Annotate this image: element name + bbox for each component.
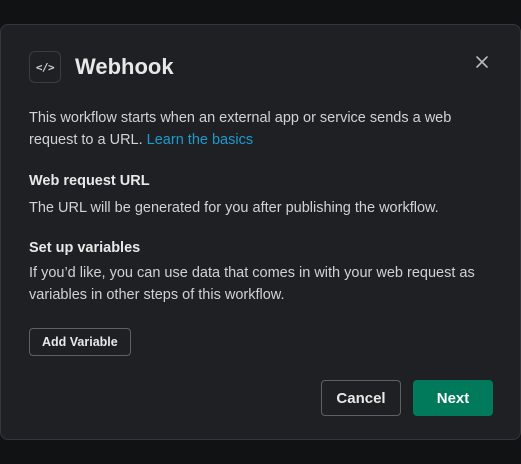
close-button[interactable] bbox=[474, 54, 490, 70]
next-button[interactable]: Next bbox=[413, 380, 493, 416]
add-variable-button[interactable]: Add Variable bbox=[29, 328, 131, 356]
web-request-url-heading: Web request URL bbox=[29, 173, 150, 189]
web-request-url-text: The URL will be generated for you after … bbox=[29, 200, 439, 216]
set-up-variables-text: If you’d like, you can use data that com… bbox=[29, 265, 475, 303]
set-up-variables-heading: Set up variables bbox=[29, 240, 141, 256]
cancel-button[interactable]: Cancel bbox=[321, 380, 401, 416]
dialog-header: </> Webhook bbox=[29, 51, 174, 83]
intro-paragraph: This workflow starts when an external ap… bbox=[29, 107, 469, 151]
learn-the-basics-link[interactable]: Learn the basics bbox=[147, 132, 253, 148]
webhook-dialog: </> Webhook This workflow starts when an… bbox=[0, 24, 521, 440]
code-icon-glyph: </> bbox=[35, 60, 55, 74]
dialog-title: Webhook bbox=[75, 54, 174, 79]
code-icon: </> bbox=[29, 51, 61, 83]
close-icon bbox=[476, 56, 488, 68]
